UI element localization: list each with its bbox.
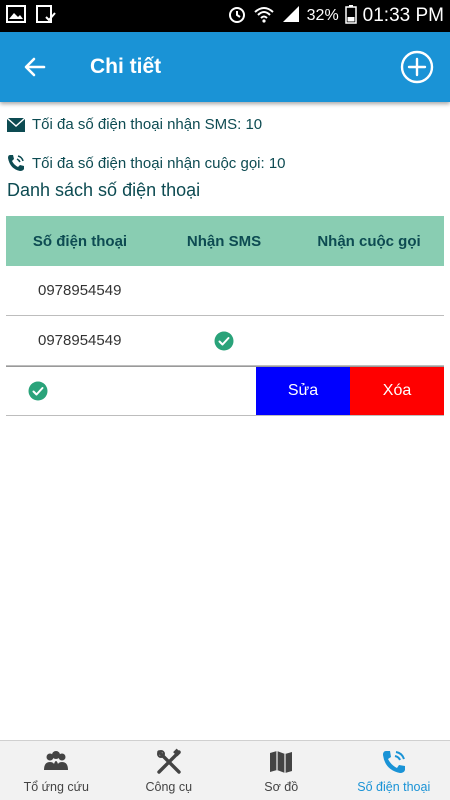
phone-list-title: Danh sách số điện thoại — [7, 180, 201, 200]
phone-table: Số điện thoại Nhận SMS Nhận cuộc gọi 097… — [6, 216, 444, 416]
group-icon — [44, 750, 69, 770]
battery-percent: 32% — [306, 7, 339, 24]
check-circle-icon — [214, 331, 234, 350]
phone-number: 0978954549 — [38, 282, 122, 299]
sms-limit-text: Tối đa số điện thoại nhận SMS: 10 — [32, 116, 263, 133]
page-title: Chi tiết — [90, 55, 162, 78]
add-circle-icon — [400, 50, 434, 84]
gallery-icon — [6, 4, 26, 28]
nav-item-diagram[interactable]: Sơ đồ — [225, 741, 338, 800]
call-limit-row: Tối đa số điện thoại nhận cuộc gọi: 10 — [6, 153, 286, 173]
swiped-row-content — [6, 367, 256, 415]
add-button[interactable] — [400, 50, 434, 84]
alarm-icon — [227, 4, 247, 29]
phone-call-icon — [8, 155, 24, 171]
battery-icon — [344, 4, 357, 29]
column-header-phone: Số điện thoại — [32, 232, 128, 250]
table-row[interactable]: 0978954549 — [6, 316, 444, 366]
task-icon — [36, 4, 56, 28]
edit-button[interactable]: Sửa — [256, 367, 350, 415]
call-limit-text: Tối đa số điện thoại nhận cuộc gọi: 10 — [32, 154, 286, 172]
nav-item-rescue-team[interactable]: Tổ ứng cứu — [0, 741, 113, 800]
nav-label: Sơ đồ — [264, 779, 299, 794]
nav-label: Số điện thoại — [357, 779, 431, 794]
sms-limit-row: Tối đa số điện thoại nhận SMS: 10 — [6, 116, 262, 133]
signal-icon — [281, 5, 301, 28]
nav-label: Tổ ứng cứu — [23, 779, 89, 794]
status-bar: 32% 01:33 PM — [0, 0, 450, 32]
arrow-back-icon — [24, 57, 46, 77]
tools-icon — [156, 748, 181, 774]
table-header: Số điện thoại Nhận SMS Nhận cuộc gọi — [6, 216, 444, 266]
wifi-icon — [253, 5, 275, 28]
sms-cell — [154, 331, 294, 351]
nav-label: Công cụ — [145, 779, 193, 794]
nav-item-tools[interactable]: Công cụ — [113, 741, 226, 800]
swiped-table-row[interactable]: Sửa Xóa — [6, 366, 444, 416]
phone-number: 0978954549 — [38, 332, 122, 349]
table-row[interactable]: 0978954549 — [6, 266, 444, 316]
delete-button[interactable]: Xóa — [350, 367, 444, 415]
envelope-icon — [6, 116, 26, 132]
map-icon — [270, 750, 293, 773]
bottom-nav: Tổ ứng cứu Công cụ Sơ đồ Số điện thoại — [0, 740, 450, 800]
column-header-sms: Nhận SMS — [186, 232, 262, 250]
app-bar: Chi tiết — [0, 32, 450, 102]
check-circle-icon — [28, 381, 48, 401]
column-header-call: Nhận cuộc gọi — [317, 232, 421, 250]
phone-call-icon — [382, 750, 405, 773]
nav-item-phone-numbers[interactable]: Số điện thoại — [338, 741, 450, 800]
clock: 01:33 PM — [362, 5, 444, 26]
back-button[interactable] — [0, 32, 70, 102]
